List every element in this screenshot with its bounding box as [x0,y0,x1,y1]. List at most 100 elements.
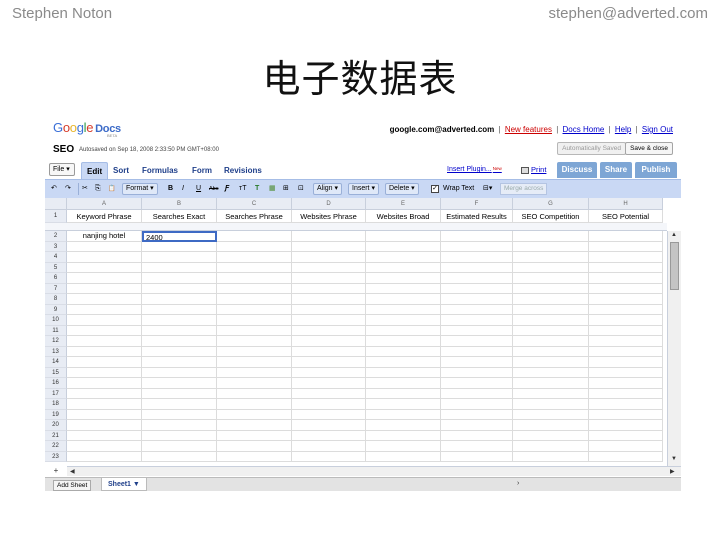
cell-f10[interactable] [441,315,513,326]
cell-h8[interactable] [589,294,663,305]
cell-g5[interactable] [513,262,589,273]
cell-h3[interactable] [589,241,663,252]
cell-d11[interactable] [292,325,366,336]
tab-edit[interactable]: Edit [81,162,109,179]
scroll-left-icon[interactable]: ◀ [70,468,75,475]
cell-f23[interactable] [441,451,513,462]
row-header-1[interactable]: 1 [45,210,67,223]
cell-g8[interactable] [513,294,589,305]
row-header-10[interactable]: 10 [45,315,67,326]
cell-g17[interactable] [513,388,589,399]
cell-a15[interactable] [67,367,142,378]
cell-e12[interactable] [366,336,441,347]
row-header-7[interactable]: 7 [45,283,67,294]
cell-b12[interactable] [142,336,217,347]
row-header-3[interactable]: 3 [45,241,67,252]
cell-e19[interactable] [366,409,441,420]
cell-h23[interactable] [589,451,663,462]
tab-revisions[interactable]: Revisions [219,162,267,179]
cell-c5[interactable] [217,262,292,273]
cell-h7[interactable] [589,283,663,294]
cell-a6[interactable] [67,273,142,284]
cell-g19[interactable] [513,409,589,420]
cell-e7[interactable] [366,283,441,294]
cell-g20[interactable] [513,420,589,431]
cell-b18[interactable] [142,399,217,410]
cell-d19[interactable] [292,409,366,420]
cell-d5[interactable] [292,262,366,273]
cell-b9[interactable] [142,304,217,315]
cell-h21[interactable] [589,430,663,441]
cell-f15[interactable] [441,367,513,378]
selected-cell-b2[interactable]: 2400 [142,231,217,242]
cell-d3[interactable] [292,241,366,252]
cell-d21[interactable] [292,430,366,441]
cell-h4[interactable] [589,252,663,263]
cell-f19[interactable] [441,409,513,420]
cell-h18[interactable] [589,399,663,410]
row-header-21[interactable]: 21 [45,430,67,441]
cell-g7[interactable] [513,283,589,294]
cell-h11[interactable] [589,325,663,336]
cell-a7[interactable] [67,283,142,294]
cut-icon[interactable]: ✂ [82,183,88,195]
cell-h16[interactable] [589,378,663,389]
cell-h12[interactable] [589,336,663,347]
cell-d13[interactable] [292,346,366,357]
cell-g21[interactable] [513,430,589,441]
cell-h14[interactable] [589,357,663,368]
cell-c6[interactable] [217,273,292,284]
underline-button[interactable]: U [196,183,201,195]
cell-d7[interactable] [292,283,366,294]
column-header-b[interactable]: B [142,198,217,210]
cell-c7[interactable] [217,283,292,294]
cell-a20[interactable] [67,420,142,431]
document-title[interactable]: SEO [53,144,74,155]
cell-b21[interactable] [142,430,217,441]
cell-h1[interactable]: SEO Potential [589,210,663,223]
cell-e6[interactable] [366,273,441,284]
cell-g13[interactable] [513,346,589,357]
save-close-button[interactable]: Save & close [625,142,673,155]
cell-e22[interactable] [366,441,441,452]
row-header-8[interactable]: 8 [45,294,67,305]
cell-b16[interactable] [142,378,217,389]
column-header-d[interactable]: D [292,198,366,210]
cell-c22[interactable] [217,441,292,452]
cell-h15[interactable] [589,367,663,378]
cell-g10[interactable] [513,315,589,326]
cell-b20[interactable] [142,420,217,431]
delete-dropdown[interactable]: Delete ▾ [385,183,419,195]
cell-d1[interactable]: Websites Phrase [292,210,366,223]
cell-a12[interactable] [67,336,142,347]
cell-e16[interactable] [366,378,441,389]
cell-f1[interactable]: Estimated Results [441,210,513,223]
cell-c18[interactable] [217,399,292,410]
italic-button[interactable]: I [182,183,184,195]
row-header-14[interactable]: 14 [45,357,67,368]
cell-b17[interactable] [142,388,217,399]
cell-f21[interactable] [441,430,513,441]
column-header-h[interactable]: H [589,198,663,210]
cell-b23[interactable] [142,451,217,462]
scroll-thumb[interactable] [670,242,679,290]
cell-a2[interactable]: nanjing hotel [67,231,142,242]
cell-h22[interactable] [589,441,663,452]
cell-g14[interactable] [513,357,589,368]
column-header-c[interactable]: C [217,198,292,210]
cell-c16[interactable] [217,378,292,389]
cell-d6[interactable] [292,273,366,284]
cell-e21[interactable] [366,430,441,441]
cell-h5[interactable] [589,262,663,273]
sheet-scroll-icon[interactable]: › [517,480,519,487]
cell-e1[interactable]: Websites Broad [366,210,441,223]
cell-b10[interactable] [142,315,217,326]
sign-out-link[interactable]: Sign Out [642,125,673,134]
cell-a21[interactable] [67,430,142,441]
cell-h6[interactable] [589,273,663,284]
cell-d10[interactable] [292,315,366,326]
docs-home-link[interactable]: Docs Home [563,125,605,134]
cell-f11[interactable] [441,325,513,336]
cell-d23[interactable] [292,451,366,462]
row-header-20[interactable]: 20 [45,420,67,431]
